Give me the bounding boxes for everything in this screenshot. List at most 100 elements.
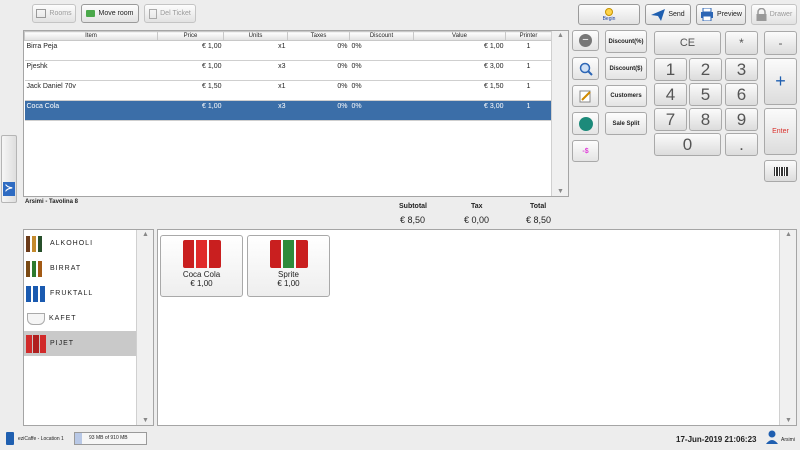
remove-line-button[interactable]: −: [572, 30, 599, 51]
col-item: Item: [24, 31, 158, 41]
category-kafet[interactable]: KAFET: [24, 306, 136, 331]
key-5[interactable]: 5: [689, 83, 722, 106]
key-9[interactable]: 9: [725, 108, 758, 131]
categories-scrollbar[interactable]: ▲ ▼: [136, 230, 153, 425]
cell-item: Coca Cola: [24, 100, 158, 121]
sale-split-button[interactable]: Sale Split: [605, 112, 647, 135]
key-8[interactable]: 8: [689, 108, 722, 131]
discount-minus-button[interactable]: -$: [572, 140, 599, 162]
table-row-selected[interactable]: Coca Cola € 1,00 x3 0% 0% € 3,00 1: [24, 100, 552, 121]
drawer-button[interactable]: Drawer: [751, 4, 797, 25]
category-label: KAFET: [49, 315, 77, 322]
scroll-up-icon[interactable]: ▲: [557, 32, 564, 39]
cell-price: € 1,00: [157, 40, 224, 61]
del-ticket-button[interactable]: Del Ticket: [144, 4, 196, 23]
category-fruktall[interactable]: FRUKTALL: [24, 281, 136, 306]
table-row[interactable]: Pjeshk € 1,00 x3 0% 0% € 3,00 1: [24, 60, 552, 81]
begin-button[interactable]: Begin: [578, 4, 640, 25]
cell-discount: 0%: [349, 40, 414, 61]
preview-button[interactable]: Preview: [696, 4, 746, 25]
coca-cola-icon: [182, 240, 221, 268]
attributes-button[interactable]: [572, 112, 599, 135]
products-scrollbar[interactable]: ▲ ▼: [779, 230, 796, 425]
cell-item: Jack Daniel 70v: [24, 80, 158, 101]
rooms-button[interactable]: Rooms: [32, 4, 76, 23]
discount-percent-label: Discount(%): [608, 38, 644, 45]
scroll-up-icon[interactable]: ▲: [142, 231, 149, 238]
memory-label: 93 MB of 910 MB: [89, 435, 128, 441]
send-button[interactable]: Send: [645, 4, 691, 25]
key-6[interactable]: 6: [725, 83, 758, 106]
table-row[interactable]: Birra Peja € 1,00 x1 0% 0% € 1,00 1: [24, 40, 552, 61]
cell-item: Birra Peja: [24, 40, 158, 61]
attributes-icon: [578, 116, 593, 131]
discount-percent-button[interactable]: Discount(%): [605, 30, 647, 53]
key-dot[interactable]: .: [725, 133, 758, 156]
search-button[interactable]: [572, 57, 599, 80]
device-icon: [6, 432, 14, 445]
key-9-label: 9: [736, 109, 747, 129]
product-sprite[interactable]: Sprite € 1,00: [247, 235, 330, 297]
category-pijet[interactable]: PIJET: [24, 331, 136, 356]
key-enter-label: Enter: [772, 128, 789, 135]
scroll-down-icon[interactable]: ▼: [142, 417, 149, 424]
key-4[interactable]: 4: [654, 83, 687, 106]
cell-taxes: 0%: [287, 100, 350, 121]
move-room-button[interactable]: Move room: [81, 4, 139, 23]
cell-value: € 3,00: [413, 100, 506, 121]
product-name: Sprite: [278, 270, 299, 279]
key-minus[interactable]: -: [764, 31, 797, 55]
category-alkoholi[interactable]: ALKOHOLI: [24, 231, 136, 256]
location-label: eziCaffe - Location 1: [18, 436, 64, 442]
key-7[interactable]: 7: [654, 108, 687, 131]
category-birrat[interactable]: BIRRAT: [24, 256, 136, 281]
customers-button[interactable]: Customers: [605, 85, 647, 107]
col-printer: Printer: [505, 31, 552, 41]
key-enter[interactable]: Enter: [764, 108, 797, 155]
key-0[interactable]: 0: [654, 133, 721, 156]
cell-printer: 1: [505, 40, 552, 61]
key-1-label: 1: [665, 59, 676, 79]
categories-panel: ALKOHOLI BIRRAT FRUKTALL KAFET PIJET ▲ ▼: [23, 229, 154, 426]
product-coca-cola[interactable]: Coca Cola € 1,00: [160, 235, 243, 297]
key-3[interactable]: 3: [725, 58, 758, 81]
scroll-down-icon[interactable]: ▼: [557, 188, 564, 195]
col-price: Price: [157, 31, 224, 41]
cell-units: x3: [223, 100, 288, 121]
cell-price: € 1,50: [157, 80, 224, 101]
cell-units: x1: [223, 80, 288, 101]
cell-printer: 1: [505, 80, 552, 101]
key-2-label: 2: [700, 59, 711, 79]
cell-taxes: 0%: [287, 60, 350, 81]
col-value: Value: [413, 31, 506, 41]
edit-button[interactable]: [572, 85, 599, 107]
key-plus[interactable]: +: [764, 58, 797, 105]
table-row[interactable]: Jack Daniel 70v € 1,50 x1 0% 0% € 1,50 1: [24, 80, 552, 101]
side-panel-toggle[interactable]: ≻: [1, 135, 17, 203]
send-icon: [651, 8, 666, 21]
product-price: € 1,00: [190, 279, 213, 288]
drawer-label: Drawer: [769, 11, 793, 18]
key-4-label: 4: [665, 84, 676, 104]
expand-icon: ≻: [3, 182, 15, 196]
scroll-down-icon[interactable]: ▼: [785, 417, 792, 424]
cell-discount: 0%: [349, 100, 414, 121]
ticket-scrollbar[interactable]: ▲ ▼: [551, 31, 568, 196]
discount-amount-button[interactable]: Discount($): [605, 57, 647, 80]
key-star[interactable]: *: [725, 31, 758, 55]
product-name: Coca Cola: [182, 270, 221, 279]
key-2[interactable]: 2: [689, 58, 722, 81]
scroll-up-icon[interactable]: ▲: [785, 231, 792, 238]
rooms-icon: [36, 9, 47, 18]
del-ticket-icon: [149, 8, 158, 19]
user-icon: [766, 430, 778, 444]
key-1[interactable]: 1: [654, 58, 687, 81]
table-name: Arsimi - Tavolina 8: [25, 199, 78, 205]
barcode-button[interactable]: [764, 160, 797, 182]
key-plus-label: +: [775, 71, 786, 91]
datetime: 17-Jun-2019 21:06:23: [676, 435, 757, 444]
key-ce[interactable]: CE: [654, 31, 721, 55]
printer-icon: [701, 8, 714, 21]
customers-label: Customers: [610, 93, 642, 99]
key-0-label: 0: [682, 134, 693, 154]
